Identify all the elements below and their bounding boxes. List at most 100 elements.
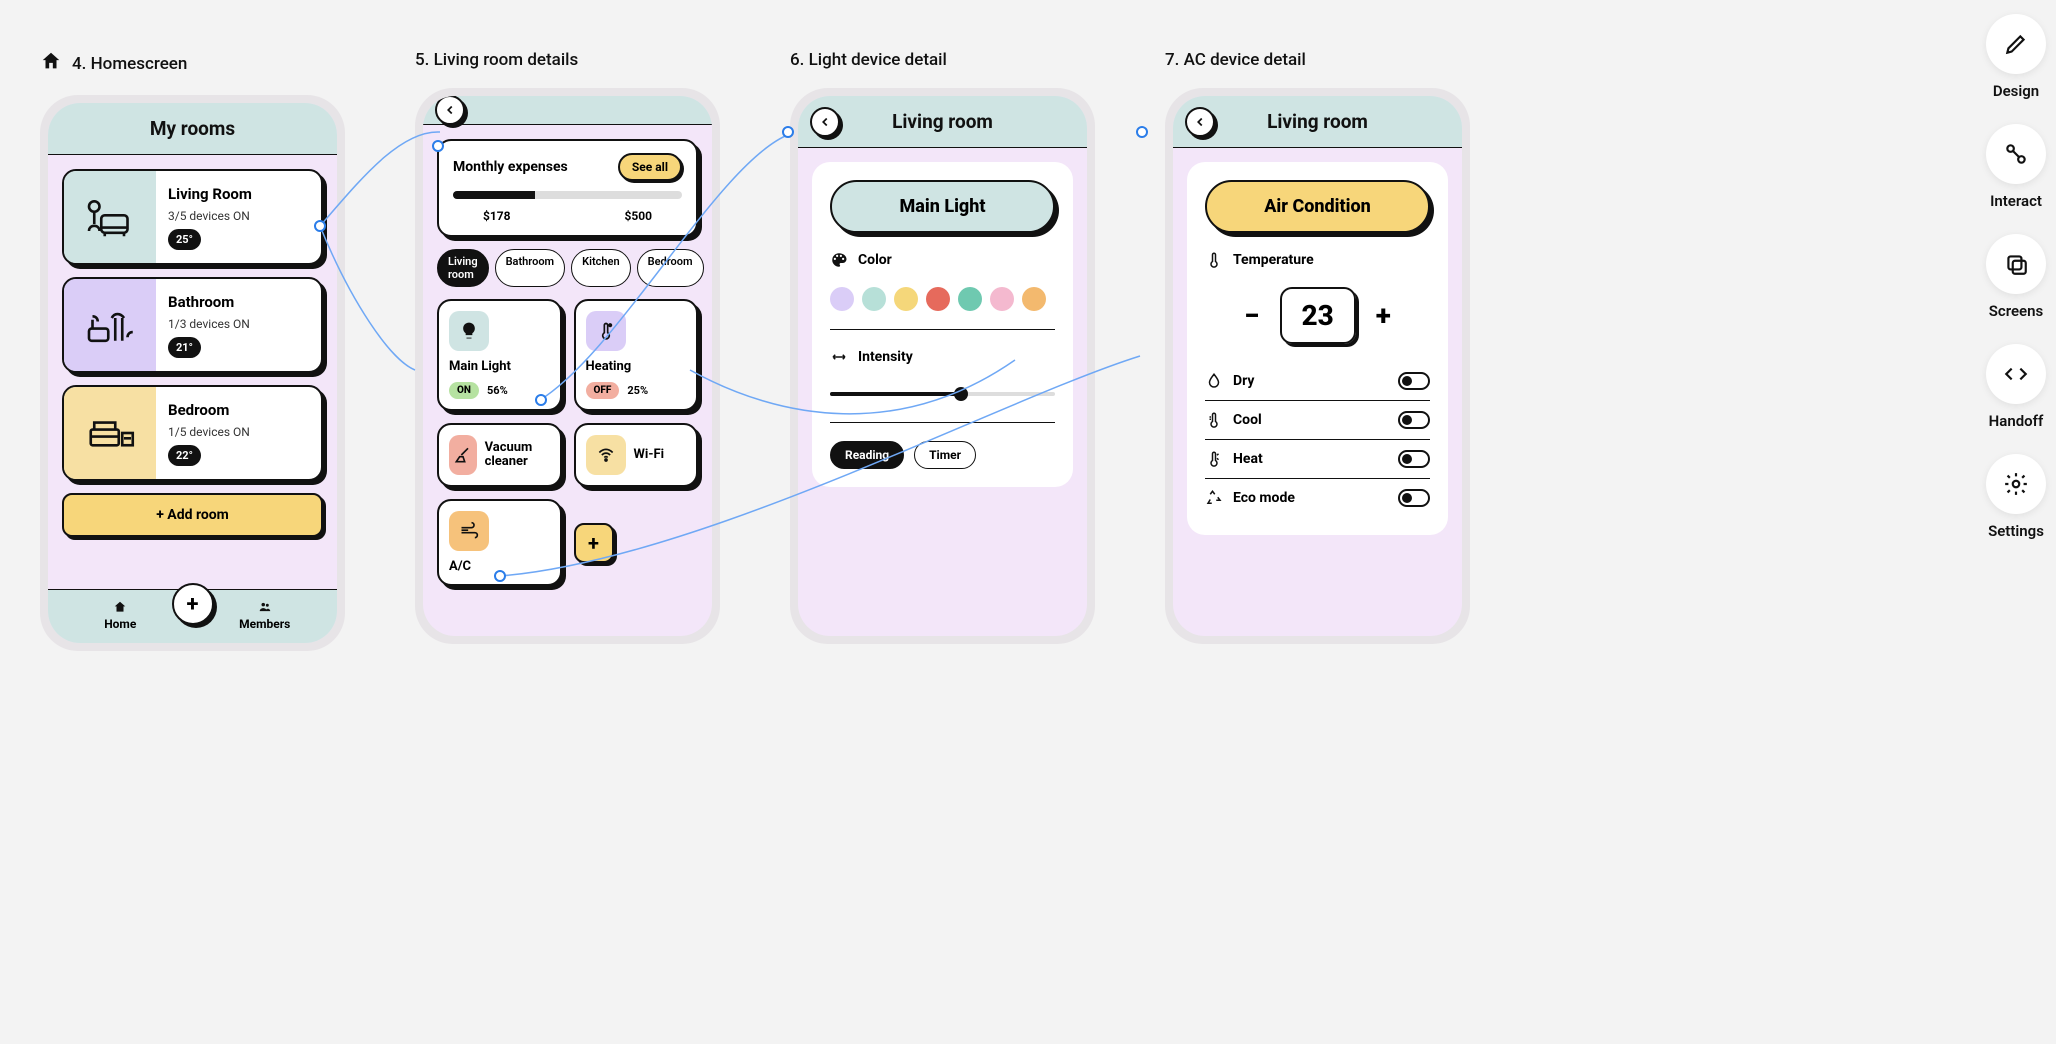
color-section-label: Color	[830, 251, 1055, 269]
toggle-label: Dry	[1233, 373, 1254, 389]
swatch-4[interactable]	[926, 287, 950, 311]
device-name: Heating	[586, 359, 687, 374]
phone-header: Living room	[1173, 96, 1462, 148]
toggle-row-cool: Cool	[1205, 401, 1430, 440]
device-pct: 25%	[627, 384, 648, 397]
chip-kitchen[interactable]: Kitchen	[571, 249, 630, 287]
tool-design[interactable]: Design	[1986, 14, 2046, 100]
swatch-2[interactable]	[862, 287, 886, 311]
wifi-icon	[586, 435, 626, 475]
phone-header: Living room	[798, 96, 1087, 148]
expense-title: Monthly expenses	[453, 159, 568, 175]
screen-label-text: 6. Light device detail	[790, 50, 947, 70]
room-temp-badge: 21°	[168, 337, 201, 358]
hotspot[interactable]	[782, 126, 794, 138]
add-device-button[interactable]: +	[574, 523, 614, 563]
hotspot[interactable]	[314, 220, 326, 232]
swatch-1[interactable]	[830, 287, 854, 311]
room-name: Bedroom	[168, 401, 250, 419]
chip-bathroom[interactable]: Bathroom	[495, 249, 566, 287]
pencil-icon	[2003, 31, 2029, 57]
toggle-row-dry: Dry	[1205, 362, 1430, 401]
tool-handoff[interactable]: Handoff	[1986, 344, 2046, 430]
add-room-button[interactable]: + Add room	[62, 493, 323, 537]
room-name: Bathroom	[168, 293, 250, 311]
swatch-6[interactable]	[990, 287, 1014, 311]
back-button[interactable]	[810, 107, 840, 137]
screens-icon	[2003, 251, 2029, 277]
temp-minus-button[interactable]: −	[1244, 299, 1259, 332]
room-thumb	[64, 171, 156, 263]
device-card-vacuum[interactable]: Vacuum cleaner	[437, 423, 562, 487]
tab-members[interactable]: Members	[193, 590, 338, 643]
hotspot[interactable]	[1136, 126, 1148, 138]
link-icon	[2003, 141, 2029, 167]
room-sub: 1/5 devices ON	[168, 425, 250, 439]
mode-reading[interactable]: Reading	[830, 441, 904, 469]
toggle-heat[interactable]	[1398, 450, 1430, 468]
tool-label: Interact	[1990, 192, 2042, 210]
device-name: Wi-Fi	[634, 448, 665, 462]
lightbulb-icon	[449, 311, 489, 351]
temp-value: 23	[1280, 287, 1356, 344]
toggle-label: Cool	[1233, 412, 1262, 428]
room-chips: Living room Bathroom Kitchen Bedroom	[437, 249, 698, 287]
hotspot[interactable]	[494, 570, 506, 582]
chip-bedroom[interactable]: Bedroom	[637, 249, 704, 287]
tool-settings[interactable]: Settings	[1986, 454, 2046, 540]
screen-label-ac: 7. AC device detail	[1165, 50, 1470, 70]
room-sub: 3/5 devices ON	[168, 209, 252, 223]
tool-label: Settings	[1988, 522, 2044, 540]
swatch-3[interactable]	[894, 287, 918, 311]
fab-add[interactable]: +	[172, 583, 214, 625]
screen-label-text: 7. AC device detail	[1165, 50, 1306, 70]
tool-screens[interactable]: Screens	[1986, 234, 2046, 320]
room-name: Living Room	[168, 185, 252, 203]
tab-home[interactable]: Home	[48, 590, 193, 643]
swatch-5[interactable]	[958, 287, 982, 311]
expense-bar	[453, 191, 682, 199]
back-button[interactable]	[1185, 107, 1215, 137]
hotspot[interactable]	[432, 140, 444, 152]
temperature-section-label: Temperature	[1205, 251, 1430, 269]
screen-label-home: 4. Homescreen	[40, 50, 345, 77]
tool-label: Handoff	[1989, 412, 2044, 430]
chip-living[interactable]: Living room	[437, 249, 489, 287]
phone-header: My rooms	[48, 103, 337, 155]
section-label-text: Intensity	[858, 349, 913, 365]
mode-timer[interactable]: Timer	[914, 441, 976, 469]
phone-living: Monthly expenses See all $178 $500 Livin…	[415, 88, 720, 644]
expense-card: Monthly expenses See all $178 $500	[437, 139, 698, 237]
room-thumb	[64, 387, 156, 479]
intensity-slider[interactable]	[830, 384, 1055, 404]
gear-icon	[2003, 471, 2029, 497]
device-card-wifi[interactable]: Wi-Fi	[574, 423, 699, 487]
toggle-dry[interactable]	[1398, 372, 1430, 390]
swatch-7[interactable]	[1022, 287, 1046, 311]
room-card-bedroom[interactable]: Bedroom 1/5 devices ON 22°	[62, 385, 323, 481]
toggle-eco[interactable]	[1398, 489, 1430, 507]
device-name: A/C	[449, 559, 471, 574]
temp-plus-button[interactable]: +	[1376, 299, 1391, 332]
expense-spent: $178	[483, 209, 511, 223]
room-sub: 1/3 devices ON	[168, 317, 250, 331]
tool-interact[interactable]: Interact	[1986, 124, 2046, 210]
thermostat-icon	[586, 311, 626, 351]
screen-label-light: 6. Light device detail	[790, 50, 1095, 70]
see-all-button[interactable]: See all	[618, 153, 682, 181]
device-state: ON	[449, 382, 479, 399]
back-button[interactable]	[435, 96, 465, 125]
tool-label: Screens	[1989, 302, 2043, 320]
phone-header	[423, 96, 712, 125]
device-card-heating[interactable]: Heating OFF 25%	[574, 299, 699, 411]
device-name: Main Light	[449, 359, 550, 374]
hotspot[interactable]	[535, 394, 547, 406]
droplet-icon	[1205, 372, 1223, 390]
color-swatches	[830, 287, 1055, 311]
device-state: OFF	[586, 382, 620, 399]
toggle-cool[interactable]	[1398, 411, 1430, 429]
screen-label-text: 5. Living room details	[415, 50, 578, 70]
room-card-bathroom[interactable]: Bathroom 1/3 devices ON 21°	[62, 277, 323, 373]
section-label-text: Color	[858, 252, 892, 268]
room-card-living[interactable]: Living Room 3/5 devices ON 25°	[62, 169, 323, 265]
